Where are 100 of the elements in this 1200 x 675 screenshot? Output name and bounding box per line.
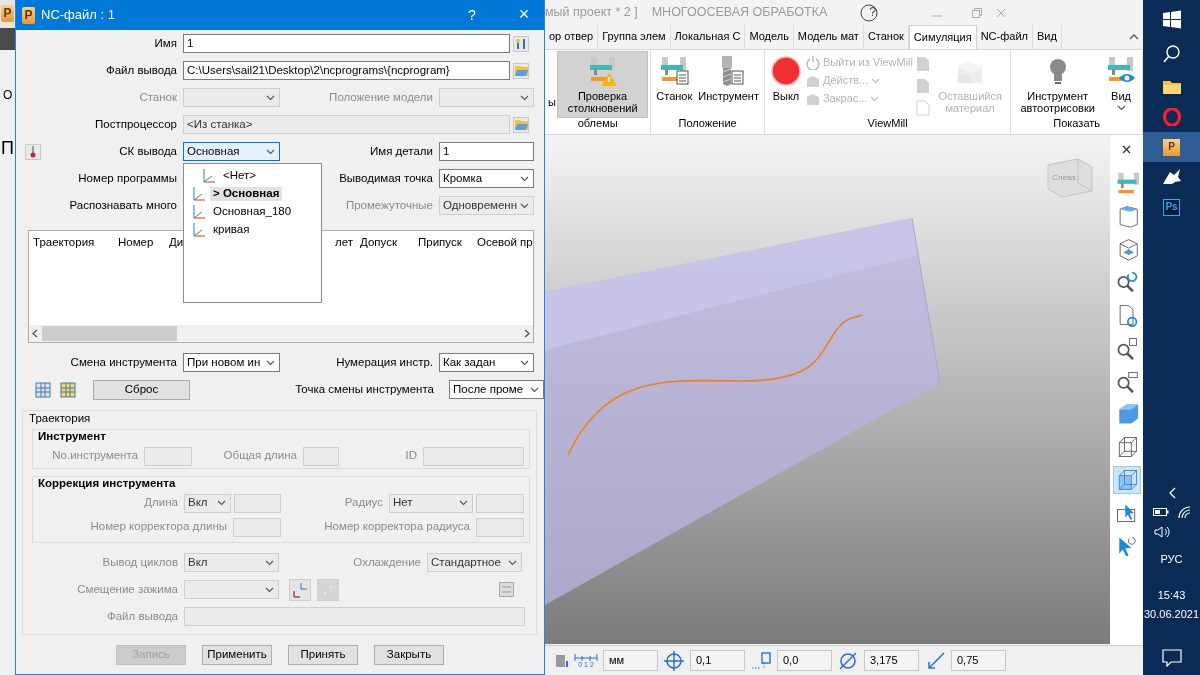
group-label: Положение [677, 117, 738, 131]
field-label: Постпроцессор [94, 117, 178, 132]
ring-icon [1162, 108, 1181, 126]
ribbon-button[interactable]: Инструмент автоотрисовки [1014, 52, 1101, 118]
field-label: СК вывода [119, 144, 178, 159]
ribbon-tab[interactable]: Модель [745, 25, 794, 49]
block-icon [805, 74, 820, 88]
column-header[interactable]: Припуск [414, 236, 473, 250]
dropdown-option[interactable]: > Основная [210, 187, 283, 201]
clock-time[interactable]: 15:43 [1157, 588, 1186, 602]
input-field[interactable]: C:\Users\sail21\Desktop\2\ncprograms\{ncprogram} [183, 61, 510, 80]
caret-icon [508, 559, 517, 566]
group-label: Показать [1052, 117, 1102, 132]
ribbon-button[interactable]: Проверка столкновений [557, 52, 648, 118]
field-label: Выводимая точка [338, 171, 434, 186]
taskbar-app[interactable]: Ps [1143, 192, 1200, 222]
field-label: Станок [138, 90, 178, 105]
caret-icon [520, 202, 529, 209]
ribbon-tab[interactable]: Локальная С [670, 25, 746, 49]
chevron-left-icon[interactable] [32, 329, 38, 338]
ribbon-tab[interactable]: Симуляция [908, 25, 977, 49]
dialog-button[interactable]: Принять [288, 645, 358, 665]
dropdown[interactable]: После проме [449, 380, 544, 399]
caret-icon [265, 586, 274, 593]
browse-button[interactable] [513, 116, 529, 133]
column-header[interactable]: Номер [114, 236, 167, 250]
axes-icon [190, 222, 206, 238]
horn-icon [1161, 168, 1182, 186]
battery-icon[interactable] [1152, 507, 1169, 518]
chevron-right-icon[interactable] [524, 329, 530, 338]
collapse-icon[interactable] [1129, 34, 1139, 40]
column-header[interactable]: лет [323, 236, 356, 250]
column-header[interactable]: Осевой пр [473, 236, 534, 250]
field-label: Общая длина [222, 449, 298, 463]
group-title: Инструмент [37, 430, 107, 444]
field-label: Смещение зажима [76, 582, 179, 597]
help-icon[interactable] [860, 3, 879, 22]
close-button[interactable]: × [504, 4, 544, 26]
caret-icon [520, 359, 529, 366]
diameter-icon [837, 649, 859, 672]
dialog-button[interactable]: Закрыть [374, 645, 444, 665]
dropdown-option[interactable]: Основная_180 [210, 205, 295, 219]
tools-button[interactable] [513, 35, 529, 52]
thermometer-button[interactable] [25, 143, 41, 160]
axes-icon [292, 581, 308, 598]
caret-icon [266, 94, 275, 101]
field-label: Файл вывода [104, 63, 178, 78]
ribbon-tab[interactable]: NC-файл [976, 25, 1033, 49]
ribbon-tab[interactable]: Станок [863, 25, 909, 49]
ribbon-button[interactable]: Выкл [767, 52, 804, 118]
speaker-icon[interactable] [1153, 525, 1170, 540]
tool-holder-icon [750, 649, 772, 672]
browse-button[interactable] [513, 62, 529, 79]
dropdown[interactable]: При новом ин [183, 353, 280, 372]
dropdown-option[interactable]: кривая [210, 223, 253, 237]
axes-icon [190, 204, 206, 220]
ribbon-button[interactable]: Инструмент [696, 52, 761, 117]
windows-icon[interactable] [1161, 10, 1182, 30]
field-label: Смена инструмента [69, 355, 178, 370]
search-icon[interactable] [1161, 44, 1182, 64]
machine-icon [658, 55, 691, 87]
close-icon[interactable] [1122, 145, 1131, 154]
scrollbar[interactable] [29, 325, 533, 342]
crosshair-icon [663, 649, 685, 672]
ribbon-tab[interactable]: Модель мат [793, 25, 864, 49]
view-cube[interactable] [1047, 158, 1093, 198]
button-label: О [3, 88, 13, 103]
help-button[interactable]: ? [452, 6, 492, 24]
column-header[interactable]: Ди [167, 236, 184, 250]
field-label: Имя детали [369, 144, 434, 159]
tools-icon [515, 37, 527, 50]
column-header[interactable]: Траектория [29, 236, 114, 250]
notification-icon[interactable] [1161, 649, 1182, 667]
dropdown[interactable]: Основная [183, 142, 280, 161]
dropdown[interactable]: Как задан [439, 353, 534, 372]
field-label: Номер программы [77, 171, 178, 186]
folder-icon [514, 119, 528, 130]
clock-date[interactable]: 30.06.2021 [1143, 607, 1200, 621]
ribbon-button[interactable]: Вид [1103, 52, 1139, 118]
ribbon-tab[interactable]: Вид [1032, 25, 1062, 49]
reset-button[interactable]: Сброс [93, 379, 190, 400]
caret-icon [266, 148, 275, 155]
field-label: Распознавать много [68, 198, 178, 213]
thermometer-icon [29, 145, 37, 158]
language-indicator[interactable]: РУС [1160, 553, 1183, 567]
dropdown[interactable]: Кромка [439, 169, 534, 188]
ribbon-button[interactable]: Станок [654, 52, 695, 117]
block-icon [805, 92, 820, 106]
column-header[interactable]: Допуск [356, 236, 414, 250]
cube-icon[interactable] [1112, 466, 1141, 494]
ribbon-tab[interactable]: Группа элем [598, 25, 671, 49]
restore-icon[interactable] [972, 7, 983, 18]
dialog-button[interactable]: Применить [202, 645, 272, 665]
wifi-icon[interactable] [1176, 505, 1191, 520]
status-field: мм [603, 650, 658, 671]
group-title: Траектория [28, 411, 92, 426]
taskbar-app[interactable]: P [1143, 132, 1200, 162]
input-field[interactable]: 1 [439, 142, 534, 161]
input-field[interactable]: 1 [183, 34, 510, 53]
dropdown-option[interactable]: <Нет> [220, 169, 260, 183]
